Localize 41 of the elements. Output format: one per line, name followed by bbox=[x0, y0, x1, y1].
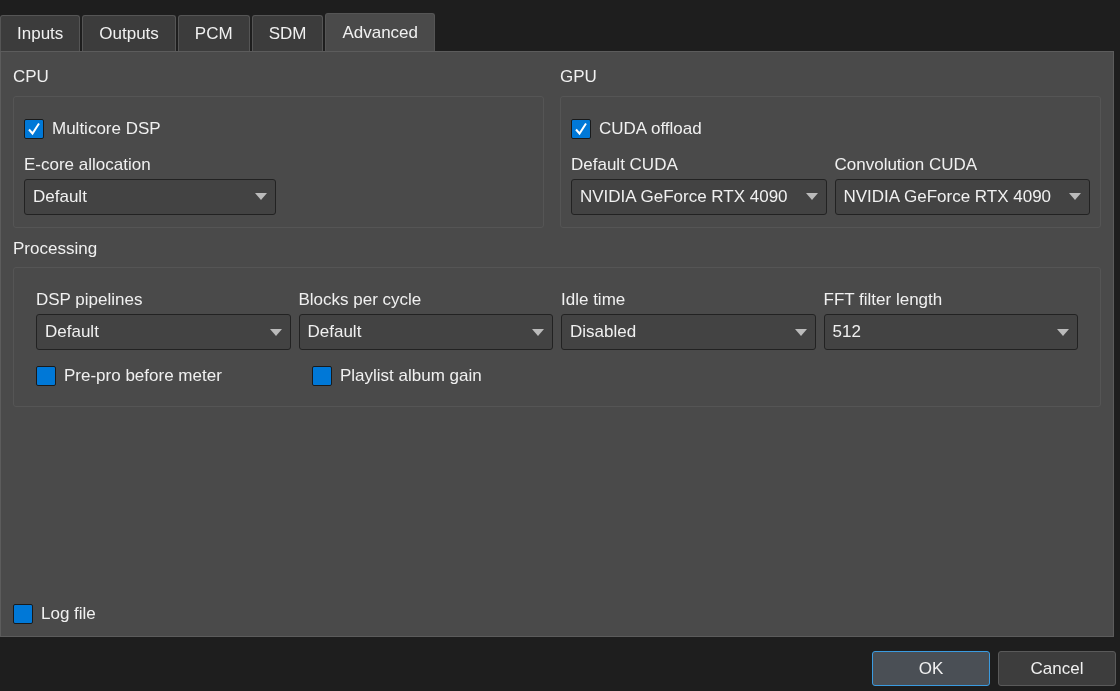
checkbox-label: CUDA offload bbox=[599, 118, 702, 139]
dropdown-label: Idle time bbox=[561, 290, 627, 310]
dropdown[interactable]: Default bbox=[36, 314, 291, 350]
tab[interactable]: PCM bbox=[177, 15, 250, 51]
dialog-button[interactable]: Cancel bbox=[998, 651, 1116, 686]
checkbox-label: Log file bbox=[41, 604, 96, 624]
dropdown-label: E-core allocation bbox=[24, 154, 152, 175]
dropdown[interactable]: Disabled bbox=[561, 314, 816, 350]
caret-icon bbox=[255, 193, 267, 200]
tab[interactable]: Advanced bbox=[325, 13, 436, 51]
caret-icon bbox=[532, 328, 544, 336]
dropdown[interactable]: Default bbox=[298, 314, 553, 350]
caret-icon bbox=[805, 193, 818, 200]
dropdown-label: Blocks per cycle bbox=[298, 290, 423, 310]
checkbox[interactable] bbox=[571, 118, 591, 139]
checkbox[interactable] bbox=[24, 118, 44, 139]
tab[interactable]: SDM bbox=[251, 15, 324, 51]
checkbox[interactable] bbox=[13, 604, 33, 624]
caret-icon bbox=[1057, 328, 1069, 336]
dropdown[interactable]: NVIDIA GeForce RTX 4090 bbox=[571, 178, 827, 215]
checkbox-label: Pre-pro before meter bbox=[64, 366, 222, 386]
tab[interactable]: Inputs bbox=[0, 15, 81, 51]
group-title: Processing bbox=[13, 237, 99, 260]
caret-icon bbox=[794, 328, 807, 336]
dropdown[interactable]: 512 bbox=[823, 314, 1078, 350]
group-title: GPU bbox=[560, 66, 598, 88]
checkbox[interactable] bbox=[36, 366, 56, 386]
caret-icon bbox=[269, 328, 282, 336]
dialog-button[interactable]: OK bbox=[872, 651, 990, 686]
checkbox-label: Multicore DSP bbox=[52, 118, 161, 139]
caret-icon bbox=[1069, 193, 1081, 200]
dropdown[interactable]: NVIDIA GeForce RTX 4090 bbox=[834, 178, 1090, 215]
tab[interactable]: Outputs bbox=[82, 15, 176, 51]
dropdown-label: Convolution CUDA bbox=[834, 154, 979, 175]
dropdown-label: Default CUDA bbox=[571, 154, 679, 175]
dropdown-label: DSP pipelines bbox=[36, 290, 144, 310]
dropdown-label: FFT filter length bbox=[823, 290, 944, 310]
checkbox[interactable] bbox=[312, 366, 332, 386]
checkbox-label: Playlist album gain bbox=[340, 366, 482, 386]
group-title: CPU bbox=[13, 66, 50, 88]
dropdown[interactable]: Default bbox=[24, 178, 276, 215]
